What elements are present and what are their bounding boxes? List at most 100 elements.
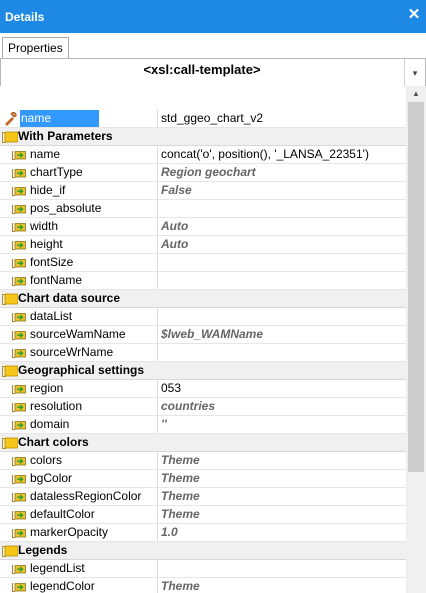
property-row[interactable]: width Auto [0,218,406,236]
group-label: Legends [18,543,68,557]
property-row[interactable]: defaultColor Theme [0,506,406,524]
property-row[interactable]: fontSize [0,254,406,272]
details-titlebar: Details ✕ [0,0,426,33]
group-cell: Chart data source [0,290,406,308]
property-row[interactable]: bgColor Theme [0,470,406,488]
property-name-cell: height [0,236,158,254]
property-name-cell: fontName [0,272,158,290]
group-row[interactable]: With Parameters [0,128,406,146]
property-row[interactable]: height Auto [0,236,406,254]
property-name-cell: sourceWrName [0,344,158,362]
scrollbar-thumb[interactable] [408,102,424,472]
parameter-icon [12,475,26,484]
element-selector[interactable]: <xsl:call-template> ▾ [0,58,426,87]
property-name-cell: resolution [0,398,158,416]
element-selector-value: <xsl:call-template> [143,62,261,77]
property-row[interactable]: sourceWamName $lweb_WAMName [0,326,406,344]
property-name: legendList [30,561,85,575]
property-value[interactable] [158,200,406,218]
vertical-scrollbar[interactable]: ▲ [406,86,426,593]
property-value[interactable]: concat('o', position(), '_LANSA_22351') [158,146,406,164]
parameter-icon [12,151,26,160]
property-row[interactable]: fontName [0,272,406,290]
property-value[interactable]: Theme [158,506,406,524]
window-title: Details [5,10,45,24]
property-row[interactable]: pos_absolute [0,200,406,218]
property-row[interactable]: legendList [0,560,406,578]
parameter-icon [12,349,26,358]
property-name-cell: pos_absolute [0,200,158,218]
property-value[interactable]: 1.0 [158,524,406,542]
property-row[interactable]: sourceWrName [0,344,406,362]
property-row[interactable]: resolution countries [0,398,406,416]
property-value[interactable]: std_ggeo_chart_v2 [158,110,406,128]
property-row[interactable]: hide_if False [0,182,406,200]
property-name: dataList [30,309,73,323]
property-name: width [30,219,59,233]
property-name: resolution [30,399,83,413]
property-name-cell: colors [0,452,158,470]
property-value[interactable] [158,344,406,362]
parameter-icon [12,493,26,502]
property-name: height [30,237,63,251]
group-label: Chart colors [18,435,89,449]
property-value[interactable]: Theme [158,578,406,593]
tab-properties[interactable]: Properties [2,37,69,58]
property-value[interactable]: '' [158,416,406,434]
folder-icon [2,545,18,557]
property-row[interactable]: datalessRegionColor Theme [0,488,406,506]
property-row[interactable]: name concat('o', position(), '_LANSA_2235… [0,146,406,164]
close-icon[interactable]: ✕ [407,7,421,23]
property-row-top-name[interactable]: name std_ggeo_chart_v2 [0,110,406,128]
property-name-cell: name [0,146,158,164]
property-value[interactable] [158,272,406,290]
property-name-cell: region [0,380,158,398]
property-row[interactable]: legendColor Theme [0,578,406,593]
parameter-icon [12,457,26,466]
folder-icon [2,293,18,305]
property-row[interactable]: markerOpacity 1.0 [0,524,406,542]
property-name-cell: bgColor [0,470,158,488]
property-row[interactable]: domain '' [0,416,406,434]
group-row[interactable]: Chart colors [0,434,406,452]
property-value[interactable]: Theme [158,488,406,506]
group-cell: Chart colors [0,434,406,452]
property-value[interactable]: countries [158,398,406,416]
property-value[interactable]: Theme [158,470,406,488]
folder-icon [2,131,18,143]
property-name: pos_absolute [30,201,102,215]
group-cell: Geographical settings [0,362,406,380]
property-name-cell: legendColor [0,578,158,593]
parameter-icon [12,511,26,520]
group-label: Chart data source [18,291,121,305]
property-value[interactable]: 053 [158,380,406,398]
group-row[interactable]: Chart data source [0,290,406,308]
group-cell: With Parameters [0,128,406,146]
parameter-icon [12,223,26,232]
scroll-up-icon[interactable]: ▲ [406,86,426,102]
chevron-down-icon[interactable]: ▾ [404,59,425,86]
property-value[interactable] [158,560,406,578]
property-value[interactable]: Theme [158,452,406,470]
property-name: legendColor [30,579,95,593]
property-row[interactable]: chartType Region geochart [0,164,406,182]
property-value[interactable]: $lweb_WAMName [158,326,406,344]
property-row[interactable]: colors Theme [0,452,406,470]
property-name: fontName [30,273,83,287]
property-value[interactable] [158,308,406,326]
group-row[interactable]: Legends [0,542,406,560]
property-value[interactable]: Auto [158,218,406,236]
property-value[interactable]: Region geochart [158,164,406,182]
group-row[interactable]: Geographical settings [0,362,406,380]
property-value[interactable]: False [158,182,406,200]
parameter-icon [12,529,26,538]
property-name-cell: fontSize [0,254,158,272]
property-row[interactable]: region 053 [0,380,406,398]
property-row[interactable]: dataList [0,308,406,326]
parameter-icon [12,187,26,196]
tool-icon [5,112,17,126]
property-grid: name std_ggeo_chart_v2 With Parameters na… [0,86,406,593]
property-value[interactable] [158,254,406,272]
property-value[interactable]: Auto [158,236,406,254]
property-name-cell: markerOpacity [0,524,158,542]
